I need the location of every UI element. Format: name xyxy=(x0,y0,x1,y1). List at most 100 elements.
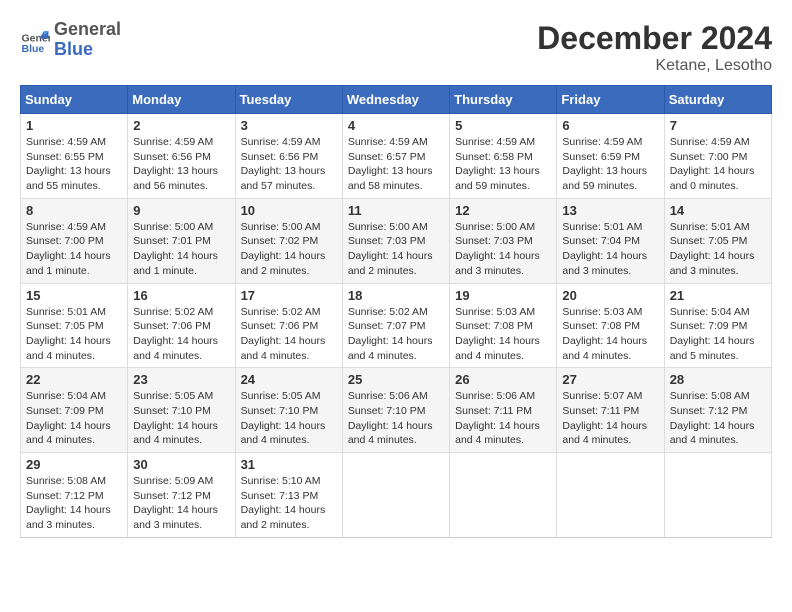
day-number: 14 xyxy=(670,203,766,218)
daylight-label: Daylight: 14 hours and 3 minutes. xyxy=(133,504,218,531)
calendar-cell: 9 Sunrise: 5:00 AM Sunset: 7:01 PM Dayli… xyxy=(128,198,235,283)
sunrise-label: Sunrise: 4:59 AM xyxy=(670,136,750,148)
sunrise-label: Sunrise: 5:08 AM xyxy=(670,390,750,402)
day-number: 25 xyxy=(348,372,444,387)
day-number: 30 xyxy=(133,457,229,472)
sunset-label: Sunset: 7:10 PM xyxy=(241,405,319,417)
sunset-label: Sunset: 6:56 PM xyxy=(133,151,211,163)
cell-content: Sunrise: 5:05 AM Sunset: 7:10 PM Dayligh… xyxy=(241,389,337,448)
daylight-label: Daylight: 14 hours and 0 minutes. xyxy=(670,165,755,192)
sunset-label: Sunset: 7:01 PM xyxy=(133,235,211,247)
sunrise-label: Sunrise: 4:59 AM xyxy=(26,136,106,148)
sunrise-label: Sunrise: 5:00 AM xyxy=(455,221,535,233)
cell-content: Sunrise: 4:59 AM Sunset: 6:56 PM Dayligh… xyxy=(241,135,337,194)
day-number: 12 xyxy=(455,203,551,218)
sunset-label: Sunset: 7:03 PM xyxy=(455,235,533,247)
day-number: 16 xyxy=(133,288,229,303)
sunrise-label: Sunrise: 4:59 AM xyxy=(133,136,213,148)
sunrise-label: Sunrise: 4:59 AM xyxy=(562,136,642,148)
day-number: 13 xyxy=(562,203,658,218)
cell-content: Sunrise: 5:00 AM Sunset: 7:01 PM Dayligh… xyxy=(133,220,229,279)
day-header-thursday: Thursday xyxy=(450,86,557,114)
sunset-label: Sunset: 7:13 PM xyxy=(241,490,319,502)
sunset-label: Sunset: 7:12 PM xyxy=(670,405,748,417)
sunrise-label: Sunrise: 5:09 AM xyxy=(133,475,213,487)
daylight-label: Daylight: 14 hours and 4 minutes. xyxy=(241,335,326,362)
daylight-label: Daylight: 14 hours and 5 minutes. xyxy=(670,335,755,362)
calendar-cell: 11 Sunrise: 5:00 AM Sunset: 7:03 PM Dayl… xyxy=(342,198,449,283)
sunrise-label: Sunrise: 4:59 AM xyxy=(26,221,106,233)
cell-content: Sunrise: 4:59 AM Sunset: 6:59 PM Dayligh… xyxy=(562,135,658,194)
cell-content: Sunrise: 5:08 AM Sunset: 7:12 PM Dayligh… xyxy=(670,389,766,448)
daylight-label: Daylight: 14 hours and 4 minutes. xyxy=(133,335,218,362)
svg-text:Blue: Blue xyxy=(22,43,45,55)
sunset-label: Sunset: 7:05 PM xyxy=(26,320,104,332)
calendar-cell xyxy=(664,453,771,538)
week-row-2: 8 Sunrise: 4:59 AM Sunset: 7:00 PM Dayli… xyxy=(21,198,772,283)
calendar-cell: 3 Sunrise: 4:59 AM Sunset: 6:56 PM Dayli… xyxy=(235,114,342,199)
sunrise-label: Sunrise: 4:59 AM xyxy=(348,136,428,148)
logo-general: General xyxy=(54,20,121,40)
daylight-label: Daylight: 14 hours and 4 minutes. xyxy=(670,420,755,447)
cell-content: Sunrise: 5:06 AM Sunset: 7:11 PM Dayligh… xyxy=(455,389,551,448)
cell-content: Sunrise: 5:08 AM Sunset: 7:12 PM Dayligh… xyxy=(26,474,122,533)
cell-content: Sunrise: 5:03 AM Sunset: 7:08 PM Dayligh… xyxy=(562,305,658,364)
daylight-label: Daylight: 14 hours and 4 minutes. xyxy=(26,420,111,447)
daylight-label: Daylight: 14 hours and 1 minute. xyxy=(133,250,218,277)
week-row-3: 15 Sunrise: 5:01 AM Sunset: 7:05 PM Dayl… xyxy=(21,283,772,368)
daylight-label: Daylight: 14 hours and 4 minutes. xyxy=(562,420,647,447)
day-number: 6 xyxy=(562,118,658,133)
day-number: 1 xyxy=(26,118,122,133)
calendar-cell: 13 Sunrise: 5:01 AM Sunset: 7:04 PM Dayl… xyxy=(557,198,664,283)
cell-content: Sunrise: 4:59 AM Sunset: 7:00 PM Dayligh… xyxy=(670,135,766,194)
sunset-label: Sunset: 7:06 PM xyxy=(241,320,319,332)
logo: General Blue General Blue xyxy=(20,20,121,60)
day-number: 28 xyxy=(670,372,766,387)
cell-content: Sunrise: 5:01 AM Sunset: 7:04 PM Dayligh… xyxy=(562,220,658,279)
day-number: 4 xyxy=(348,118,444,133)
calendar-cell: 12 Sunrise: 5:00 AM Sunset: 7:03 PM Dayl… xyxy=(450,198,557,283)
day-number: 21 xyxy=(670,288,766,303)
calendar-cell: 31 Sunrise: 5:10 AM Sunset: 7:13 PM Dayl… xyxy=(235,453,342,538)
sunset-label: Sunset: 7:12 PM xyxy=(133,490,211,502)
sunrise-label: Sunrise: 5:01 AM xyxy=(562,221,642,233)
day-number: 7 xyxy=(670,118,766,133)
logo-icon: General Blue xyxy=(20,25,50,55)
daylight-label: Daylight: 14 hours and 4 minutes. xyxy=(133,420,218,447)
sunset-label: Sunset: 7:09 PM xyxy=(26,405,104,417)
sunrise-label: Sunrise: 5:08 AM xyxy=(26,475,106,487)
sunrise-label: Sunrise: 5:02 AM xyxy=(348,306,428,318)
day-number: 19 xyxy=(455,288,551,303)
calendar-cell: 14 Sunrise: 5:01 AM Sunset: 7:05 PM Dayl… xyxy=(664,198,771,283)
cell-content: Sunrise: 5:10 AM Sunset: 7:13 PM Dayligh… xyxy=(241,474,337,533)
day-number: 29 xyxy=(26,457,122,472)
sunrise-label: Sunrise: 4:59 AM xyxy=(241,136,321,148)
day-number: 15 xyxy=(26,288,122,303)
sunrise-label: Sunrise: 5:00 AM xyxy=(241,221,321,233)
calendar-cell: 15 Sunrise: 5:01 AM Sunset: 7:05 PM Dayl… xyxy=(21,283,128,368)
calendar-cell: 5 Sunrise: 4:59 AM Sunset: 6:58 PM Dayli… xyxy=(450,114,557,199)
sunrise-label: Sunrise: 5:00 AM xyxy=(133,221,213,233)
day-header-monday: Monday xyxy=(128,86,235,114)
day-header-friday: Friday xyxy=(557,86,664,114)
daylight-label: Daylight: 13 hours and 58 minutes. xyxy=(348,165,433,192)
calendar-cell: 8 Sunrise: 4:59 AM Sunset: 7:00 PM Dayli… xyxy=(21,198,128,283)
sunrise-label: Sunrise: 5:00 AM xyxy=(348,221,428,233)
logo-text: General Blue xyxy=(54,20,121,60)
sunrise-label: Sunrise: 5:03 AM xyxy=(455,306,535,318)
day-number: 24 xyxy=(241,372,337,387)
sunset-label: Sunset: 7:00 PM xyxy=(670,151,748,163)
month-title: December 2024 xyxy=(537,20,772,57)
sunrise-label: Sunrise: 5:10 AM xyxy=(241,475,321,487)
calendar-cell: 17 Sunrise: 5:02 AM Sunset: 7:06 PM Dayl… xyxy=(235,283,342,368)
cell-content: Sunrise: 4:59 AM Sunset: 6:58 PM Dayligh… xyxy=(455,135,551,194)
cell-content: Sunrise: 5:02 AM Sunset: 7:07 PM Dayligh… xyxy=(348,305,444,364)
daylight-label: Daylight: 14 hours and 4 minutes. xyxy=(562,335,647,362)
calendar-cell xyxy=(557,453,664,538)
title-area: December 2024 Ketane, Lesotho xyxy=(537,20,772,75)
calendar-cell: 18 Sunrise: 5:02 AM Sunset: 7:07 PM Dayl… xyxy=(342,283,449,368)
sunrise-label: Sunrise: 5:06 AM xyxy=(348,390,428,402)
day-number: 31 xyxy=(241,457,337,472)
sunset-label: Sunset: 6:55 PM xyxy=(26,151,104,163)
day-number: 10 xyxy=(241,203,337,218)
